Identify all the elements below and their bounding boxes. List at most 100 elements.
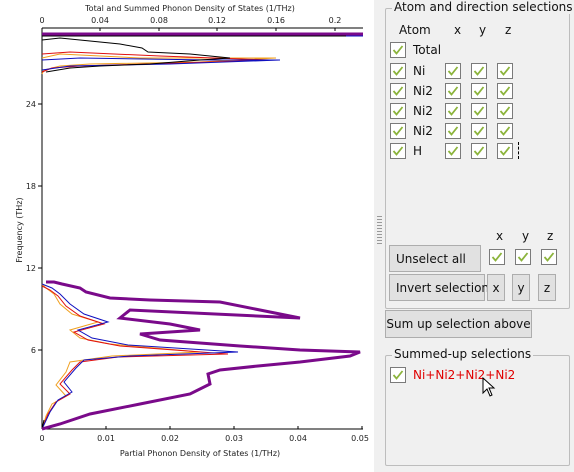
all-x-checkbox[interactable] [489, 249, 505, 265]
checkmark-icon [392, 66, 404, 76]
ni2-c-y-checkbox[interactable] [471, 123, 487, 139]
atom-ni2-b-checkbox[interactable] [390, 103, 406, 119]
y-tick-label: 18 [26, 182, 36, 191]
ni2-c-z-checkbox[interactable] [497, 123, 513, 139]
red-curve [41, 51, 271, 430]
atom-ni-checkbox[interactable] [390, 63, 406, 79]
checkmark-icon [473, 66, 485, 76]
invert-selection-button[interactable]: Invert selection [389, 274, 489, 301]
dos-plot-svg: Total and Summed Phonon Density of State… [15, 4, 369, 458]
all-y-checkbox[interactable] [515, 249, 531, 265]
row-label-total: Total [413, 43, 442, 57]
ni2-a-x-checkbox[interactable] [445, 83, 461, 99]
checkmark-icon [392, 126, 404, 136]
top-axis-title: Total and Summed Phonon Density of State… [84, 4, 295, 13]
checkmark-icon [392, 370, 404, 380]
bottom-axis-title: Partial Phonon Density of States (1/THz) [120, 449, 280, 458]
ni-y-checkbox[interactable] [471, 63, 487, 79]
ni-z-checkbox[interactable] [497, 63, 513, 79]
checkmark-icon [392, 146, 404, 156]
row-label-ni: Ni [413, 64, 426, 78]
checkmark-icon [499, 106, 511, 116]
bottom-tick-label: 0.04 [289, 434, 307, 443]
unselect-all-button[interactable]: Unselect all [389, 245, 481, 272]
summed-item-label[interactable]: Ni+Ni2+Ni2+Ni2 [413, 368, 515, 382]
splitter-handle[interactable] [377, 216, 382, 246]
top-tick-label: 0.12 [208, 16, 226, 25]
ni2-a-z-checkbox[interactable] [497, 83, 513, 99]
bottom-tick-label: 0 [39, 434, 44, 443]
ni2-b-z-checkbox[interactable] [497, 103, 513, 119]
y-tick-label: 6 [31, 346, 36, 355]
top-tick-label: 0.2 [329, 16, 342, 25]
header-z: z [505, 23, 512, 37]
y-axis: 6 12 18 24 [26, 28, 43, 429]
atom-direction-group-title: Atom and direction selections [392, 0, 574, 14]
checkmark-icon [491, 252, 503, 262]
row-label-ni2: Ni2 [413, 84, 433, 98]
checkmark-icon [473, 126, 485, 136]
checkmark-icon [499, 66, 511, 76]
checkmark-icon [517, 252, 529, 262]
checkmark-icon [392, 45, 404, 55]
ni2-a-y-checkbox[interactable] [471, 83, 487, 99]
bottom-tick-label: 0.05 [351, 434, 369, 443]
top-tick-label: 0.16 [267, 16, 285, 25]
y-tick-label: 12 [26, 264, 36, 273]
summed-curve [41, 35, 346, 430]
total-checkbox[interactable] [390, 42, 406, 58]
checkmark-icon [392, 86, 404, 96]
checkmark-icon [447, 126, 459, 136]
top-tick-label: 0 [39, 16, 44, 25]
ni2-b-y-checkbox[interactable] [471, 103, 487, 119]
dos-curves [41, 32, 363, 431]
lower-header-y: y [522, 229, 530, 243]
lower-header-z: z [547, 229, 554, 243]
checkmark-icon [473, 146, 485, 156]
invert-z-button[interactable]: z [538, 274, 556, 301]
checkmark-icon [447, 106, 459, 116]
summed-up-group-title: Summed-up selections [392, 347, 534, 361]
focus-indicator [518, 142, 519, 159]
row-label-h: H [413, 144, 423, 158]
row-label-ni2: Ni2 [413, 104, 433, 118]
lower-header-x: x [496, 229, 504, 243]
row-label-ni2: Ni2 [413, 124, 433, 138]
all-z-checkbox[interactable] [541, 249, 557, 265]
ni2-b-x-checkbox[interactable] [445, 103, 461, 119]
h-x-checkbox[interactable] [445, 143, 461, 159]
invert-x-button[interactable]: x [487, 274, 505, 301]
ni2-c-x-checkbox[interactable] [445, 123, 461, 139]
checkmark-icon [392, 106, 404, 116]
y-axis-title: Frequency (THz) [15, 197, 24, 262]
checkmark-icon [473, 106, 485, 116]
atom-h-checkbox[interactable] [390, 143, 406, 159]
blue-curve [41, 35, 363, 430]
h-y-checkbox[interactable] [471, 143, 487, 159]
checkmark-icon [499, 146, 511, 156]
summed-item-checkbox[interactable] [390, 367, 406, 383]
checkmark-icon [499, 126, 511, 136]
sum-up-selection-button[interactable]: Sum up selection above [385, 310, 532, 338]
checkmark-icon [473, 86, 485, 96]
bottom-tick-label: 0.01 [97, 434, 115, 443]
y-tick-label: 24 [26, 100, 36, 109]
checkmark-icon [447, 66, 459, 76]
checkmark-icon [447, 146, 459, 156]
mouse-cursor-icon [482, 377, 496, 397]
ni-x-checkbox[interactable] [445, 63, 461, 79]
bottom-tick-label: 0.03 [225, 434, 243, 443]
atom-ni2-a-checkbox[interactable] [390, 83, 406, 99]
dos-plot[interactable]: Total and Summed Phonon Density of State… [0, 0, 374, 472]
h-z-checkbox[interactable] [497, 143, 513, 159]
invert-y-button[interactable]: y [512, 274, 530, 301]
top-tick-label: 0.04 [91, 16, 109, 25]
bottom-axis: 0 0.01 0.02 0.03 0.04 0.05 [39, 426, 369, 443]
total-curve [41, 32, 363, 431]
checkmark-icon [543, 252, 555, 262]
header-x: x [454, 23, 462, 37]
top-tick-label: 0.08 [150, 16, 168, 25]
header-y: y [479, 23, 487, 37]
bottom-tick-label: 0.02 [161, 434, 179, 443]
atom-ni2-c-checkbox[interactable] [390, 123, 406, 139]
